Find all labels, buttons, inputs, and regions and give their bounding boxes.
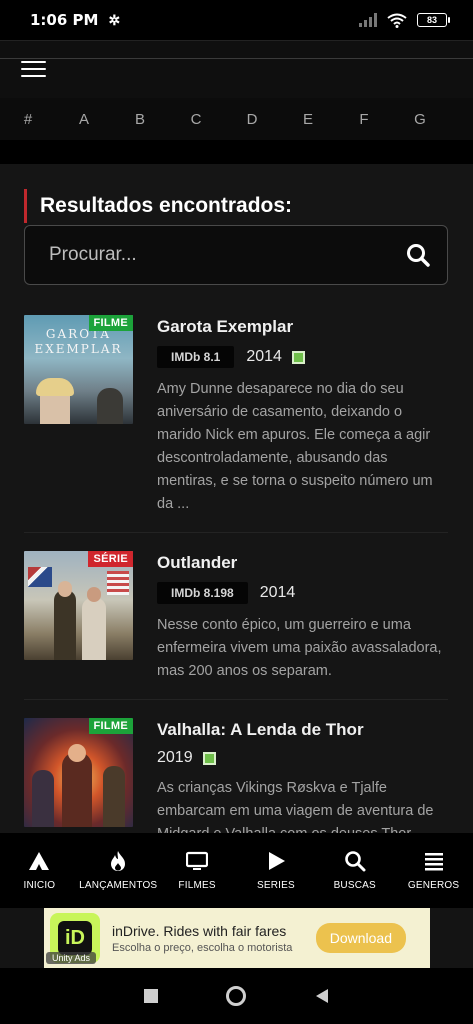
- search-box: [24, 225, 448, 285]
- signal-icon: [359, 13, 377, 27]
- home-logo-icon: [29, 852, 50, 870]
- result-info: Garota Exemplar IMDb 8.1 2014 Amy Dunne …: [157, 315, 448, 516]
- letter-b[interactable]: B: [112, 111, 168, 128]
- letter-c[interactable]: C: [168, 111, 224, 128]
- status-icons: 83: [359, 13, 450, 28]
- fire-icon: [111, 851, 126, 871]
- result-year: 2019: [157, 749, 193, 766]
- poster-garota-exemplar[interactable]: GAROTA EXEMPLAR FILME: [24, 315, 133, 424]
- results-heading: Resultados encontrados:: [24, 189, 292, 223]
- ad-subtitle: Escolha o preço, escolha o motorista: [112, 941, 293, 954]
- wifi-icon: [387, 13, 407, 28]
- result-item[interactable]: FILME Valhalla: A Lenda de Thor 2019 As …: [24, 718, 448, 833]
- letter-d[interactable]: D: [224, 111, 280, 128]
- result-title[interactable]: Garota Exemplar: [157, 317, 448, 337]
- recent-apps-icon[interactable]: [143, 988, 159, 1004]
- results-list: GAROTA EXEMPLAR FILME Garota Exemplar IM…: [24, 315, 448, 833]
- language-flag-icon: [202, 751, 216, 765]
- alphabet-filter: # A B C D E F G: [0, 98, 473, 140]
- tv-icon: [186, 851, 209, 870]
- divider-strip: [0, 140, 473, 164]
- nav-generos[interactable]: GENEROS: [394, 833, 473, 908]
- result-item[interactable]: GAROTA EXEMPLAR FILME Garota Exemplar IM…: [24, 315, 448, 533]
- ad-provider-tag: Unity Ads: [46, 952, 97, 964]
- ad-banner[interactable]: iD inDrive. Rides with fair fares Escolh…: [44, 908, 430, 968]
- nav-label: SERIES: [256, 880, 295, 891]
- back-icon[interactable]: [314, 988, 330, 1004]
- nav-label: FILMES: [178, 880, 216, 891]
- result-description: As crianças Vikings Røskva e Tjalfe emba…: [157, 780, 434, 833]
- nav-inicio[interactable]: INICIO: [0, 833, 79, 908]
- nav-lancamentos[interactable]: LANÇAMENTOS: [79, 833, 158, 908]
- nav-series[interactable]: SERIES: [236, 833, 315, 908]
- header-divider: [0, 58, 473, 59]
- letter-a[interactable]: A: [56, 111, 112, 128]
- letter-f[interactable]: F: [336, 111, 392, 128]
- imdb-rating: IMDb 8.1: [157, 346, 235, 368]
- ad-download-button[interactable]: Download: [315, 923, 406, 953]
- nav-buscas[interactable]: BUSCAS: [315, 833, 394, 908]
- search-icon[interactable]: [405, 242, 431, 268]
- ad-container: iD inDrive. Rides with fair fares Escolh…: [0, 908, 473, 968]
- imdb-rating: IMDb 8.198: [157, 582, 248, 604]
- play-icon: [268, 852, 285, 870]
- result-description: Nesse conto épico, um guerreiro e uma en…: [157, 617, 442, 679]
- result-title[interactable]: Valhalla: A Lenda de Thor: [157, 720, 448, 740]
- app-header: [0, 40, 473, 98]
- result-title[interactable]: Outlander: [157, 553, 448, 573]
- nav-label: BUSCAS: [333, 880, 376, 891]
- badge-filme: FILME: [88, 315, 133, 331]
- ad-text: inDrive. Rides with fair fares Escolha o…: [112, 923, 316, 954]
- hashtag-icon: ✲: [108, 11, 121, 28]
- home-icon[interactable]: [225, 985, 247, 1007]
- nav-label: INICIO: [23, 880, 56, 891]
- nav-filmes[interactable]: FILMES: [158, 833, 237, 908]
- nav-label: GENEROS: [407, 880, 460, 891]
- result-year: 2014: [259, 584, 296, 601]
- letter-g[interactable]: G: [392, 111, 448, 128]
- bottom-navigation: INICIO LANÇAMENTOS FILMES SERIES BUSCAS …: [0, 833, 473, 908]
- result-description: Amy Dunne desaparece no dia do seu anive…: [157, 381, 433, 512]
- result-item[interactable]: SÉRIE Outlander IMDb 8.198 2014 Nesse co…: [24, 551, 448, 700]
- result-info: Outlander IMDb 8.198 2014 Nesse conto ép…: [157, 551, 448, 683]
- poster-outlander[interactable]: SÉRIE: [24, 551, 133, 660]
- status-bar: 1:06 PM ✲ 83: [0, 0, 473, 40]
- ad-title: inDrive. Rides with fair fares: [112, 922, 287, 939]
- badge-serie: SÉRIE: [88, 551, 133, 567]
- search-icon: [344, 851, 366, 872]
- letter-hash[interactable]: #: [0, 111, 56, 128]
- list-icon: [424, 853, 443, 871]
- language-flag-icon: [291, 350, 305, 364]
- result-meta: IMDb 8.1 2014: [157, 346, 448, 368]
- system-navigation: [0, 968, 473, 1024]
- poster-title: GAROTA EXEMPLAR: [34, 327, 123, 356]
- letter-e[interactable]: E: [280, 111, 336, 128]
- battery-icon: 83: [417, 13, 450, 27]
- status-time: 1:06 PM: [30, 11, 99, 29]
- result-meta: IMDb 8.198 2014: [157, 582, 448, 604]
- result-year: 2014: [246, 348, 282, 365]
- result-meta: 2019: [157, 749, 448, 767]
- nav-label: LANÇAMENTOS: [79, 880, 158, 891]
- search-input[interactable]: [49, 244, 405, 266]
- menu-icon[interactable]: [21, 61, 46, 79]
- badge-filme: FILME: [88, 718, 133, 734]
- result-info: Valhalla: A Lenda de Thor 2019 As crianç…: [157, 718, 448, 833]
- poster-valhalla[interactable]: FILME: [24, 718, 133, 827]
